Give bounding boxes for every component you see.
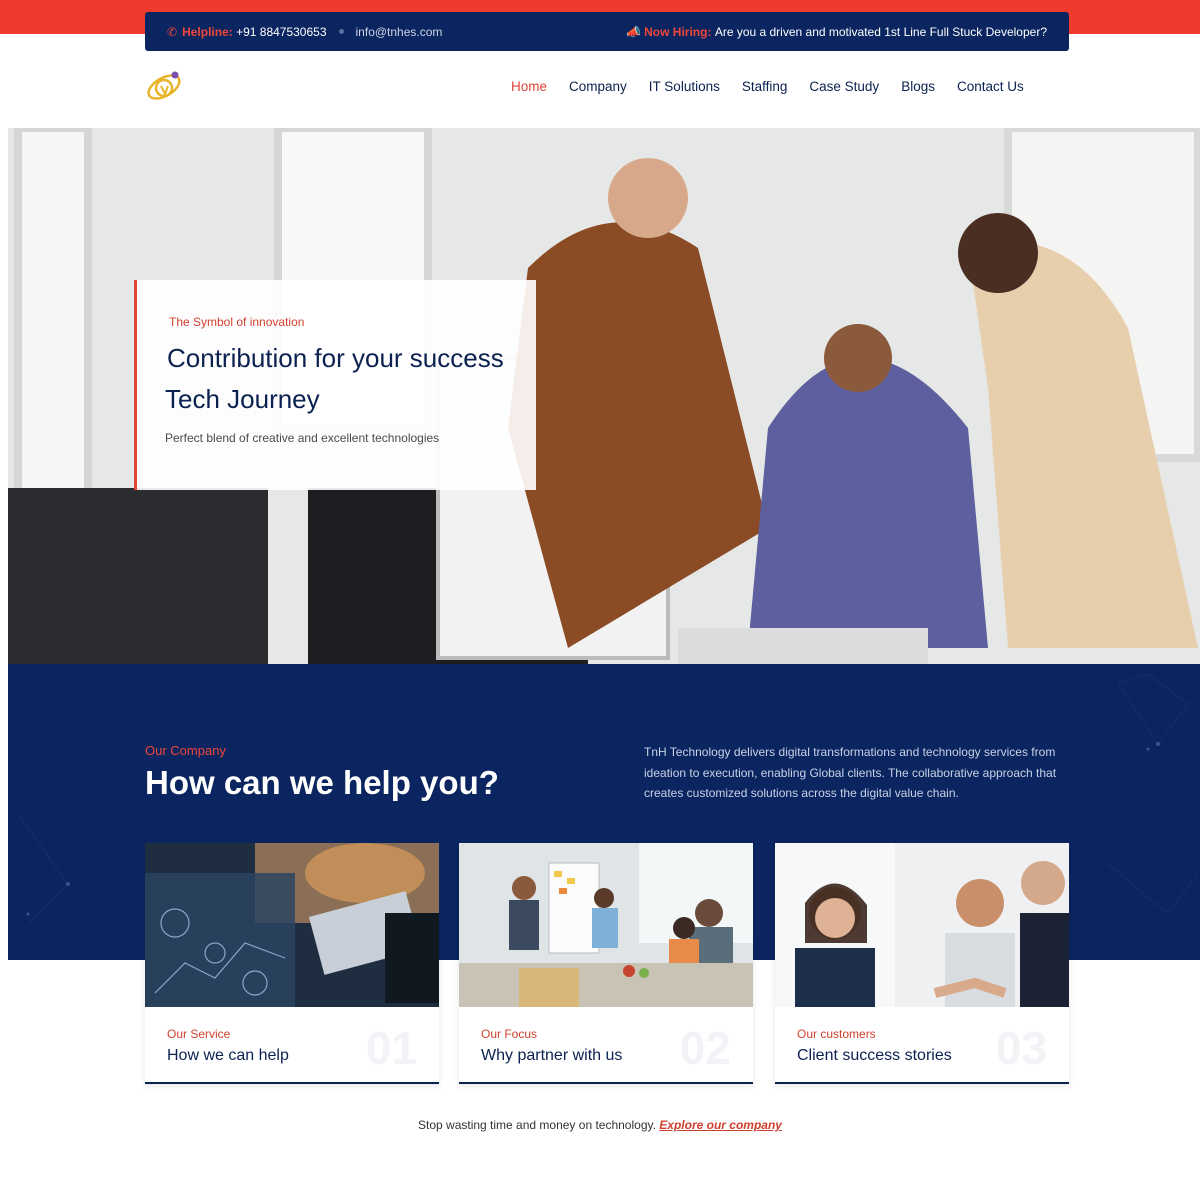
nav-company[interactable]: Company <box>558 77 638 97</box>
company-heading: How can we help you? <box>145 764 499 801</box>
hiring-label: Now Hiring: <box>644 24 712 39</box>
main-nav: Home Company IT Solutions Staffing Case … <box>500 77 1035 97</box>
card-title[interactable]: How we can help <box>167 1047 289 1065</box>
nav-it-solutions[interactable]: IT Solutions <box>638 77 731 97</box>
customers-card-image <box>775 843 1069 1007</box>
cta-line: Stop wasting time and money on technolog… <box>0 1118 1200 1132</box>
card-number: 01 <box>365 1022 417 1074</box>
card-title[interactable]: Client success stories <box>797 1047 952 1065</box>
nav-contact-us[interactable]: Contact Us <box>946 77 1035 97</box>
nav-home[interactable]: Home <box>500 77 558 97</box>
phone-icon: ✆ <box>167 24 178 39</box>
hero-kicker: The Symbol of innovation <box>169 315 305 329</box>
email-link[interactable]: info@tnhes.com <box>356 25 443 39</box>
card-kicker: Our customers <box>797 1027 876 1041</box>
nav-blogs[interactable]: Blogs <box>890 77 946 97</box>
card-number: 02 <box>679 1022 731 1074</box>
hiring-text[interactable]: Are you a driven and motivated 1st Line … <box>715 25 1047 39</box>
card-kicker: Our Service <box>167 1027 231 1041</box>
customers-card[interactable]: Our customers Client success stories 03 <box>775 843 1069 1084</box>
focus-card[interactable]: Our Focus Why partner with us 02 <box>459 843 753 1084</box>
card-kicker: Our Focus <box>481 1027 538 1041</box>
service-card-image <box>145 843 439 1007</box>
helpline-label: Helpline: <box>182 24 233 39</box>
company-kicker: Our Company <box>145 743 226 758</box>
explore-company-link[interactable]: Explore our company <box>659 1118 782 1132</box>
brand-logo[interactable] <box>143 66 185 108</box>
hero-banner: The Symbol of innovation Contribution fo… <box>8 128 1200 664</box>
nav-staffing[interactable]: Staffing <box>731 77 799 97</box>
hero-title: Contribution for your success Tech Journ… <box>165 338 504 420</box>
nav-case-study[interactable]: Case Study <box>798 77 890 97</box>
helpline-number[interactable]: +91 8847530653 <box>236 25 326 39</box>
focus-card-image <box>459 843 753 1007</box>
service-card[interactable]: Our Service How we can help 01 <box>145 843 439 1084</box>
separator-dot <box>338 29 344 34</box>
hero-title-line1: Contribution for your success <box>167 343 504 373</box>
card-title[interactable]: Why partner with us <box>481 1047 622 1065</box>
hero-caption-card: The Symbol of innovation Contribution fo… <box>134 280 536 490</box>
top-info-bar: ✆ Helpline: +91 8847530653 info@tnhes.co… <box>145 12 1069 51</box>
megaphone-icon: 📣 <box>626 24 642 39</box>
card-number: 03 <box>995 1022 1047 1074</box>
hero-subtitle: Perfect blend of creative and excellent … <box>165 431 440 445</box>
hero-title-line2: Tech Journey <box>165 384 320 414</box>
company-description: TnH Technology delivers digital transfor… <box>644 745 1057 800</box>
cta-text: Stop wasting time and money on technolog… <box>418 1118 656 1132</box>
